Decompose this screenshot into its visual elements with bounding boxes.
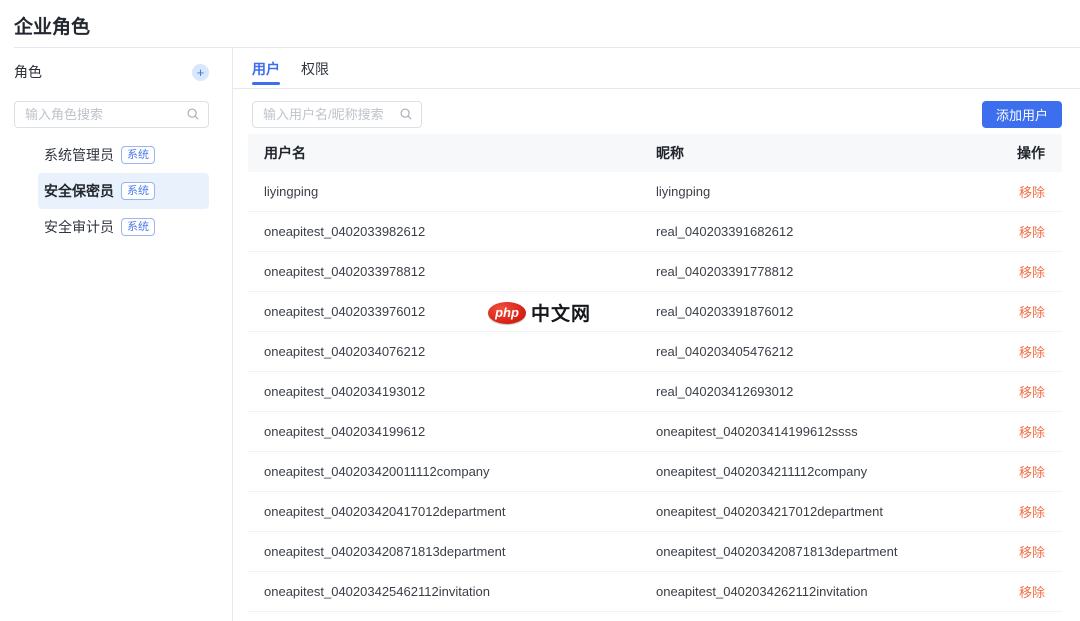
tab-bar: 用户 权限 [233,48,1080,89]
role-badge: 系统 [121,218,155,236]
nickname-cell: real_040203391876012 [656,304,986,319]
plus-icon: + [197,65,205,80]
role-item[interactable]: 安全保密员 系统 [38,173,209,209]
role-name: 系统管理员 [44,145,114,165]
role-badge: 系统 [121,146,155,164]
role-badge: 系统 [121,182,155,200]
watermark-text: 中文网 [531,299,591,326]
role-search-box [14,101,209,128]
add-role-button[interactable]: + [192,64,209,81]
nickname-cell: real_040203405476212 [656,344,986,359]
role-panel-title: 角色 [14,62,42,82]
tab-permissions[interactable]: 权限 [301,48,329,89]
table-header-row: 用户名 昵称 操作 [248,134,1062,172]
username-cell: oneapitest_0402034193012 [248,384,656,399]
username-cell: oneapitest_0402034199612 [248,424,656,439]
remove-link[interactable]: 移除 [1019,225,1045,240]
nickname-cell: liyingping [656,184,986,199]
tabs-divider [233,88,1080,89]
nickname-cell: oneapitest_040203420871813department [656,544,986,559]
nickname-cell: oneapitest_0402034262112invitation [656,584,986,599]
table-row: oneapitest_040203425462112invitation one… [248,572,1062,612]
table-row: oneapitest_0402034193012 real_0402034126… [248,372,1062,412]
column-header-nickname: 昵称 [656,143,986,163]
table-row: oneapitest_040203420871813department one… [248,532,1062,572]
remove-link[interactable]: 移除 [1019,305,1045,320]
username-cell: oneapitest_040203425462112invitation [248,584,656,599]
user-table-body: liyingping liyingping 移除 oneapitest_0402… [248,172,1062,612]
php-logo-icon: php [488,302,526,324]
table-row: oneapitest_0402034199612 oneapitest_0402… [248,412,1062,452]
page-title: 企业角色 [14,12,90,39]
remove-link[interactable]: 移除 [1019,265,1045,280]
role-name: 安全保密员 [44,181,114,201]
username-cell: liyingping [248,184,656,199]
tab-users[interactable]: 用户 [252,48,280,89]
remove-link[interactable]: 移除 [1019,585,1045,600]
enterprise-role-page: 企业角色 角色 + 系统管理员 系统 安全保密员 系统 安全审计员 [0,0,1080,621]
username-cell: oneapitest_0402033978812 [248,264,656,279]
table-row: oneapitest_0402033978812 real_0402033917… [248,252,1062,292]
remove-link[interactable]: 移除 [1019,425,1045,440]
role-sidebar: 角色 + 系统管理员 系统 安全保密员 系统 安全审计员 系统 [14,48,209,245]
remove-link[interactable]: 移除 [1019,465,1045,480]
table-row: oneapitest_040203420011112company oneapi… [248,452,1062,492]
nickname-cell: oneapitest_040203414199612ssss [656,424,986,439]
nickname-cell: oneapitest_0402034211112company [656,464,986,479]
nickname-cell: oneapitest_0402034217012department [656,504,986,519]
table-row: oneapitest_0402033976012 real_0402033918… [248,292,1062,332]
remove-link[interactable]: 移除 [1019,505,1045,520]
user-search-input[interactable] [252,101,422,128]
table-row: oneapitest_0402034076212 real_0402034054… [248,332,1062,372]
role-item[interactable]: 安全审计员 系统 [38,209,209,245]
remove-link[interactable]: 移除 [1019,385,1045,400]
main-panel: 用户 权限 添加用户 用户名 昵称 操作 [233,48,1080,621]
php-watermark: php 中文网 [488,299,591,326]
role-name: 安全审计员 [44,217,114,237]
column-header-action: 操作 [986,143,1062,163]
column-header-username: 用户名 [248,143,656,163]
remove-link[interactable]: 移除 [1019,545,1045,560]
nickname-cell: real_040203391682612 [656,224,986,239]
table-row: liyingping liyingping 移除 [248,172,1062,212]
role-search-input[interactable] [14,101,209,128]
username-cell: oneapitest_040203420871813department [248,544,656,559]
table-row: oneapitest_040203420417012department one… [248,492,1062,532]
username-cell: oneapitest_0402034076212 [248,344,656,359]
user-table: 用户名 昵称 操作 liyingping liyingping 移除 oneap… [248,134,1062,612]
user-toolbar: 添加用户 [252,101,1062,128]
username-cell: oneapitest_040203420417012department [248,504,656,519]
table-row: oneapitest_0402033982612 real_0402033916… [248,212,1062,252]
username-cell: oneapitest_0402033982612 [248,224,656,239]
username-cell: oneapitest_0402033976012 [248,304,656,319]
nickname-cell: real_040203391778812 [656,264,986,279]
nickname-cell: real_040203412693012 [656,384,986,399]
username-cell: oneapitest_040203420011112company [248,464,656,479]
add-user-button[interactable]: 添加用户 [982,101,1062,128]
user-search-box [252,101,422,128]
role-item[interactable]: 系统管理员 系统 [38,137,209,173]
active-tab-underline [252,82,280,85]
role-list: 系统管理员 系统 安全保密员 系统 安全审计员 系统 [14,137,209,245]
remove-link[interactable]: 移除 [1019,345,1045,360]
remove-link[interactable]: 移除 [1019,185,1045,200]
